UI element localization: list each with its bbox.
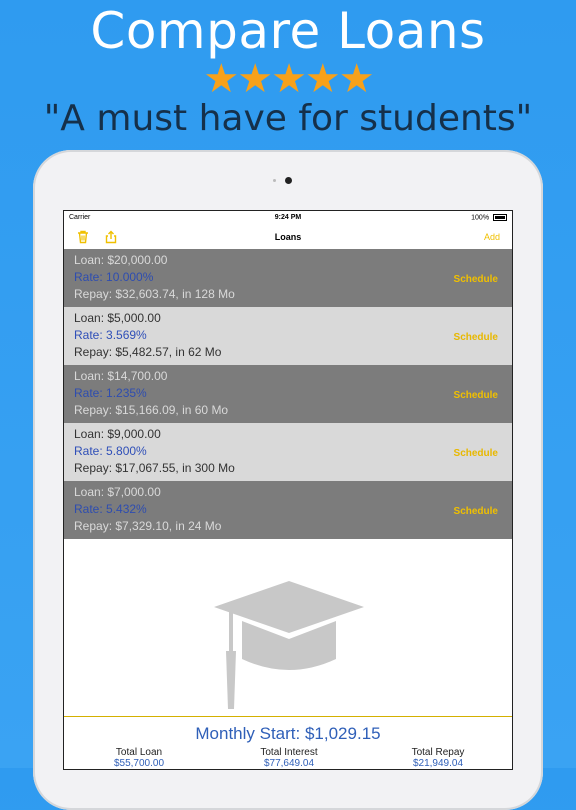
graduation-cap-icon — [214, 581, 364, 709]
loan-amount: Loan: $14,700.00 — [74, 369, 168, 383]
front-camera — [285, 177, 292, 184]
total-interest-label: Total Interest — [260, 747, 318, 758]
sensor-dot — [273, 179, 276, 182]
loan-rate: Rate: 5.432% — [74, 502, 147, 516]
loan-row[interactable]: Loan: $14,700.00 Rate: 1.235% Repay: $15… — [64, 365, 512, 423]
schedule-button[interactable]: Schedule — [454, 503, 498, 520]
loan-row[interactable]: Loan: $9,000.00 Rate: 5.800% Repay: $17,… — [64, 423, 512, 481]
total-loan: Total Loan $55,700.00 — [89, 747, 189, 769]
total-repay: Total Repay $21,949.04 — [388, 747, 488, 769]
total-repay-value: $21,949.04 — [412, 758, 464, 769]
nav-title: Loans — [274, 232, 302, 242]
loan-row[interactable]: Loan: $7,000.00 Rate: 5.432% Repay: $7,3… — [64, 481, 512, 539]
battery-indicator: 100% — [471, 214, 507, 221]
loan-amount: Loan: $5,000.00 — [74, 311, 161, 325]
loan-row[interactable]: Loan: $5,000.00 Rate: 3.569% Repay: $5,4… — [64, 307, 512, 365]
schedule-button[interactable]: Schedule — [454, 329, 498, 346]
total-interest: Total Interest $77,649.04 — [239, 747, 339, 769]
add-button[interactable]: Add — [484, 232, 500, 242]
loan-amount: Loan: $20,000.00 — [74, 253, 168, 267]
loan-amount: Loan: $7,000.00 — [74, 485, 161, 499]
promo-quote: "A must have for students" — [43, 98, 533, 139]
summary-panel: Monthly Start: $1,029.15 Total Loan $55,… — [64, 716, 512, 769]
total-loan-label: Total Loan — [115, 747, 163, 758]
loan-repay: Repay: $17,067.55, in 300 Mo — [74, 461, 235, 475]
schedule-button[interactable]: Schedule — [454, 445, 498, 462]
total-loan-value: $55,700.00 — [113, 758, 165, 769]
monthly-start: Monthly Start: $1,029.15 — [195, 724, 381, 743]
status-bar: Carrier 9:24 PM 100% — [64, 211, 512, 225]
clock: 9:24 PM — [274, 214, 302, 221]
loan-rate: Rate: 5.800% — [74, 444, 147, 458]
loan-rate: Rate: 10.000% — [74, 270, 154, 284]
loan-rate: Rate: 1.235% — [74, 386, 147, 400]
schedule-button[interactable]: Schedule — [454, 271, 498, 288]
schedule-button[interactable]: Schedule — [454, 387, 498, 404]
total-interest-value: $77,649.04 — [263, 758, 315, 769]
rating-stars: ★★★★★ — [203, 57, 374, 101]
loan-repay: Repay: $32,603.74, in 128 Mo — [74, 287, 235, 301]
nav-bar: Loans Add — [64, 225, 512, 249]
loan-repay: Repay: $5,482.57, in 62 Mo — [74, 345, 222, 359]
app-screen: Carrier 9:24 PM 100% Loans Add Loan: $20… — [63, 210, 513, 770]
loan-row[interactable]: Loan: $20,000.00 Rate: 10.000% Repay: $3… — [64, 249, 512, 307]
total-repay-label: Total Repay — [411, 747, 465, 758]
loan-list: Loan: $20,000.00 Rate: 10.000% Repay: $3… — [64, 249, 512, 539]
battery-percent: 100% — [471, 214, 490, 222]
loan-repay: Repay: $7,329.10, in 24 Mo — [74, 519, 222, 533]
promo-headline: Compare Loans — [90, 2, 486, 60]
battery-icon — [493, 214, 507, 221]
loan-amount: Loan: $9,000.00 — [74, 427, 161, 441]
loan-repay: Repay: $15,166.09, in 60 Mo — [74, 403, 229, 417]
loan-rate: Rate: 3.569% — [74, 328, 147, 342]
